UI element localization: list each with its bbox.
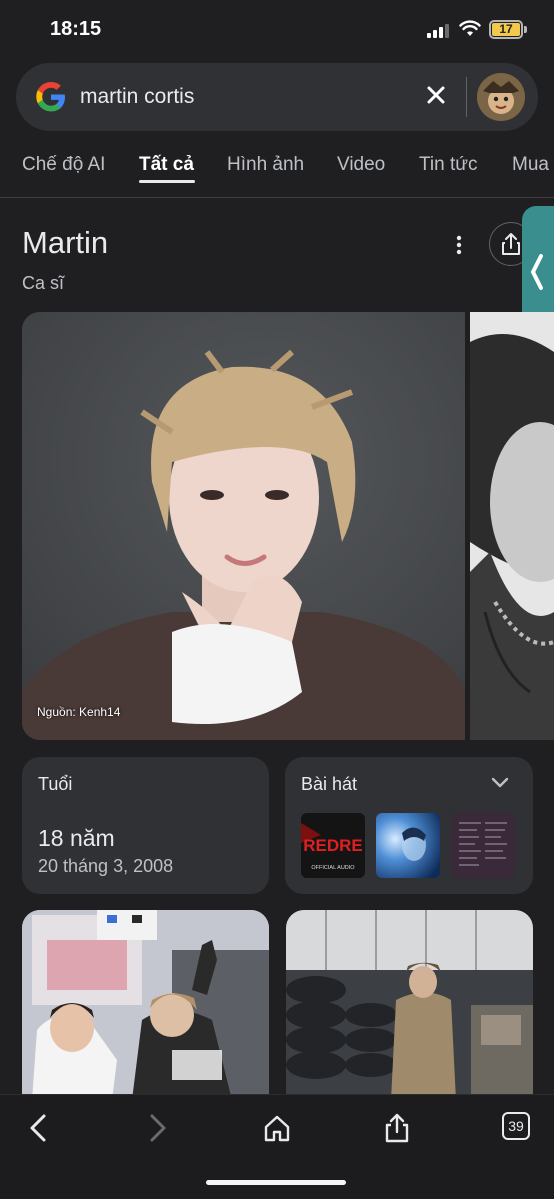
tab-ai-mode[interactable]: Chế độ AI [22, 154, 105, 176]
close-icon[interactable] [424, 83, 448, 107]
search-tabs: Chế độ AI Tất cả Hình ảnh Video Tin tức … [0, 140, 554, 198]
share-icon[interactable] [382, 1113, 412, 1143]
battery-cap [524, 26, 527, 33]
search-bar[interactable]: martin cortis [16, 63, 538, 131]
home-icon[interactable] [262, 1113, 292, 1143]
google-g-icon [36, 82, 65, 112]
songs-card-title: Bài hát [301, 774, 358, 794]
album-1-text: REDRE [303, 836, 363, 855]
related-photo-1[interactable] [22, 910, 269, 1100]
tab-all[interactable]: Tất cả [139, 154, 194, 176]
album-art-3 [451, 813, 515, 878]
tabs-count-button[interactable]: 39 [502, 1112, 530, 1140]
album-cover-1[interactable]: REDRE OFFICIAL AUDIO [301, 813, 365, 878]
album-1-caption: OFFICIAL AUDIO [311, 865, 355, 871]
status-bar: 18:15 17 [0, 0, 554, 60]
entity-title: Martin [22, 225, 109, 260]
album-art-1: REDRE OFFICIAL AUDIO [301, 813, 365, 878]
entity-subtitle: Ca sĩ [22, 273, 65, 293]
forward-icon[interactable] [142, 1113, 172, 1143]
image-source-label: Nguồn: Kenh14 [37, 705, 121, 719]
tab-shopping[interactable]: Mua [512, 154, 549, 176]
status-time: 18:15 [50, 18, 102, 40]
songs-card[interactable]: Bài hát REDRE OFFICIAL AUDIO [285, 757, 533, 894]
age-card[interactable]: Tuổi 18 năm 20 tháng 3, 2008 [22, 757, 269, 894]
back-icon[interactable] [24, 1113, 54, 1143]
tab-news[interactable]: Tin tức [419, 154, 477, 176]
secondary-photo [470, 312, 554, 740]
related-photo-1-image [22, 910, 269, 1100]
cellular-signal-icon [427, 22, 451, 38]
home-indicator [206, 1180, 346, 1185]
entity-main-image[interactable] [22, 312, 465, 740]
entity-secondary-image[interactable] [470, 312, 554, 740]
more-vert-icon[interactable] [448, 233, 470, 257]
account-avatar[interactable] [477, 73, 525, 121]
wifi-icon [459, 20, 481, 36]
search-divider [466, 77, 467, 117]
album-cover-3[interactable] [451, 813, 515, 878]
chevron-down-icon[interactable] [491, 777, 509, 789]
album-cover-2[interactable] [376, 813, 440, 878]
age-value: 18 năm [38, 825, 115, 851]
related-photo-2-image [286, 910, 533, 1100]
battery-level: 17 [499, 22, 513, 36]
portrait-photo [22, 312, 465, 740]
related-photo-2[interactable] [286, 910, 533, 1100]
tab-videos[interactable]: Video [337, 154, 385, 176]
active-tab-indicator [139, 180, 195, 183]
birth-date: 20 tháng 3, 2008 [38, 856, 174, 876]
battery-icon: 17 [489, 20, 523, 39]
age-card-title: Tuổi [38, 774, 73, 794]
search-input[interactable]: martin cortis [80, 85, 194, 109]
tab-images[interactable]: Hình ảnh [227, 154, 304, 176]
album-art-2 [376, 813, 440, 878]
avatar-image [477, 73, 525, 121]
